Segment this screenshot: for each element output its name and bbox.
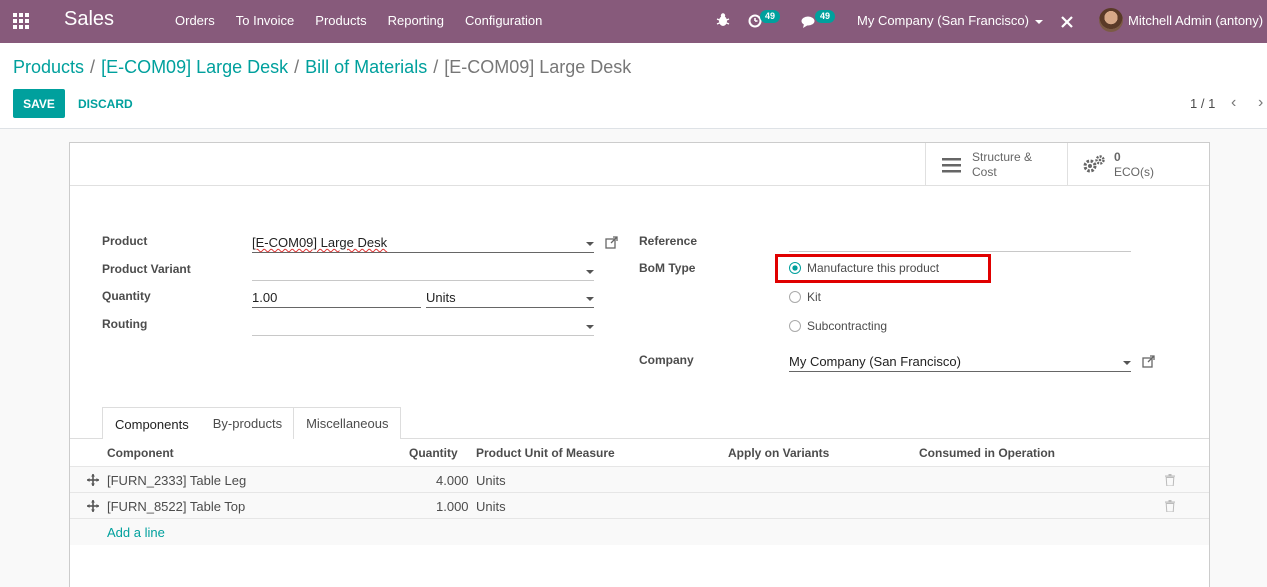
radio-unchecked-icon: [789, 320, 801, 332]
table-row[interactable]: [FURN_2333] Table Leg 4.000 Units: [70, 467, 1209, 493]
tab-components[interactable]: Components: [102, 407, 202, 440]
routing-dropdown-icon[interactable]: [586, 325, 594, 329]
product-value: [E-COM09] Large Desk: [252, 235, 388, 250]
add-line-row: Add a line: [70, 519, 1209, 545]
annotation-highlight-box: [775, 254, 991, 283]
structure-cost-line2: Cost: [972, 164, 997, 179]
pager-previous-icon[interactable]: ‹: [1231, 94, 1236, 112]
quantity-label: Quantity: [102, 289, 151, 303]
discard-button[interactable]: DISCARD: [78, 97, 133, 111]
company-value: My Company (San Francisco): [789, 354, 961, 369]
eco-count: 0: [1114, 149, 1121, 164]
company-field[interactable]: My Company (San Francisco): [789, 352, 1131, 372]
close-tools-icon[interactable]: [1060, 15, 1074, 29]
menu-item-to-invoice[interactable]: To Invoice: [236, 13, 295, 28]
breadcrumb-products[interactable]: Products: [13, 57, 84, 77]
quantity-field[interactable]: 1.00: [252, 288, 421, 308]
routing-label: Routing: [102, 317, 148, 331]
menu-item-products[interactable]: Products: [315, 13, 366, 28]
control-panel: Products / [E-COM09] Large Desk / Bill of Ma…: [0, 43, 1267, 129]
message-count-badge: 49: [815, 10, 836, 23]
product-variant-dropdown-icon[interactable]: [586, 270, 594, 274]
product-field[interactable]: [E-COM09] Large Desk: [252, 233, 594, 253]
bom-type-label: BoM Type: [639, 261, 696, 275]
breadcrumb-separator: /: [433, 57, 439, 77]
row-uom: Units: [476, 473, 506, 488]
apps-menu-icon[interactable]: [13, 13, 31, 29]
button-box: Structure & Cost 0 ECO(s): [70, 143, 1209, 186]
top-navbar: Sales Orders To Invoice Products Reporti…: [0, 0, 1267, 43]
table-row[interactable]: [FURN_8522] Table Top 1.000 Units: [70, 493, 1209, 519]
pager-next-icon[interactable]: ›: [1258, 94, 1263, 112]
app-name[interactable]: Sales: [64, 8, 114, 31]
company-label: Company: [639, 353, 694, 367]
eco-button[interactable]: 0 ECO(s): [1067, 143, 1209, 186]
drag-handle-icon[interactable]: [87, 474, 99, 486]
bom-type-kit-radio[interactable]: Kit: [789, 290, 821, 304]
trash-icon[interactable]: [1165, 500, 1175, 512]
bom-type-subcontracting-label: Subcontracting: [807, 319, 888, 333]
external-link-icon[interactable]: [1142, 355, 1155, 368]
reference-label: Reference: [639, 234, 698, 248]
external-link-icon[interactable]: [605, 236, 618, 249]
row-component: [FURN_2333] Table Leg: [107, 473, 247, 488]
components-table: Component Quantity Product Unit of Measu…: [70, 439, 1209, 545]
uom-field[interactable]: Units: [426, 288, 594, 308]
reference-field[interactable]: [789, 232, 1131, 252]
uom-value: Units: [426, 290, 456, 305]
chevron-down-icon: [1034, 19, 1043, 24]
product-label: Product: [102, 234, 148, 248]
pager-value[interactable]: 1 / 1: [1190, 96, 1215, 111]
table-header: Component Quantity Product Unit of Measu…: [70, 439, 1209, 467]
breadcrumb-separator: /: [294, 57, 300, 77]
radio-unchecked-icon: [789, 291, 801, 303]
add-line-link[interactable]: Add a line: [107, 525, 165, 540]
bom-type-kit-label: Kit: [807, 290, 822, 304]
breadcrumb-product[interactable]: [E-COM09] Large Desk: [101, 57, 288, 77]
column-header-quantity[interactable]: Quantity: [409, 446, 458, 460]
breadcrumb-separator: /: [90, 57, 96, 77]
tab-miscellaneous[interactable]: Miscellaneous: [293, 407, 402, 439]
column-header-apply-on-variants[interactable]: Apply on Variants: [728, 446, 829, 460]
tab-by-products[interactable]: By-products: [200, 407, 295, 439]
breadcrumb: Products / [E-COM09] Large Desk / Bill of Ma…: [13, 57, 631, 78]
trash-icon[interactable]: [1165, 474, 1175, 486]
routing-field[interactable]: [252, 316, 594, 336]
menu-item-orders[interactable]: Orders: [175, 13, 215, 28]
company-switcher-label: My Company (San Francisco): [857, 13, 1029, 28]
user-menu[interactable]: Mitchell Admin (antony): [1128, 13, 1263, 28]
activity-count-badge: 49: [760, 10, 781, 23]
row-quantity: 1.000: [436, 499, 469, 514]
main-menu: Orders To Invoice Products Reporting Con…: [175, 13, 563, 28]
menu-item-configuration[interactable]: Configuration: [465, 13, 542, 28]
company-dropdown-icon[interactable]: [1123, 361, 1131, 365]
product-dropdown-icon[interactable]: [586, 242, 594, 246]
notebook-tabs: Components By-products Miscellaneous: [102, 407, 402, 440]
breadcrumb-current: [E-COM09] Large Desk: [444, 57, 632, 77]
drag-handle-icon[interactable]: [87, 500, 99, 512]
structure-cost-line1: Structure &: [972, 149, 1033, 164]
breadcrumb-bill-of-materials[interactable]: Bill of Materials: [305, 57, 427, 77]
quantity-value: 1.00: [252, 290, 278, 305]
row-component: [FURN_8522] Table Top: [107, 499, 246, 514]
product-variant-label: Product Variant: [102, 262, 191, 276]
gears-icon: [1083, 154, 1105, 172]
save-button[interactable]: SAVE: [13, 89, 65, 118]
debug-bug-icon[interactable]: [716, 12, 730, 28]
column-header-component[interactable]: Component: [107, 446, 174, 460]
bom-type-subcontracting-radio[interactable]: Subcontracting: [789, 319, 887, 333]
column-header-uom[interactable]: Product Unit of Measure: [476, 446, 615, 460]
user-avatar[interactable]: [1099, 8, 1123, 32]
list-bars-icon: [942, 157, 961, 172]
eco-label: ECO(s): [1114, 164, 1154, 179]
structure-cost-button[interactable]: Structure & Cost: [925, 143, 1067, 186]
uom-dropdown-icon[interactable]: [586, 297, 594, 301]
column-header-consumed-in-operation[interactable]: Consumed in Operation: [919, 446, 1055, 460]
menu-item-reporting[interactable]: Reporting: [388, 13, 444, 28]
row-uom: Units: [476, 499, 506, 514]
row-quantity: 4.000: [436, 473, 469, 488]
product-variant-field[interactable]: [252, 261, 594, 281]
company-switcher[interactable]: My Company (San Francisco): [857, 13, 1043, 28]
